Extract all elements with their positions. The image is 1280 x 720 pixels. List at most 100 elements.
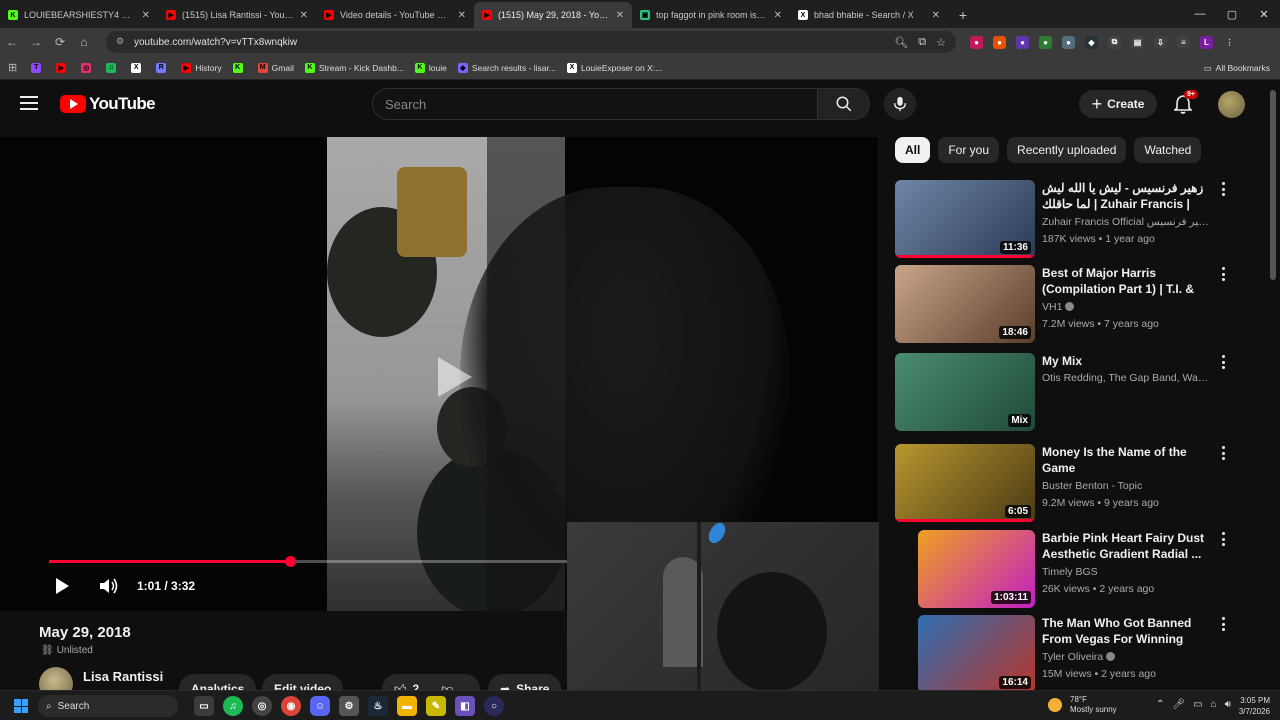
settings-icon[interactable]: ⚙ — [339, 696, 359, 716]
apps-grid-icon[interactable]: ⊞ — [8, 61, 17, 74]
recommended-video[interactable]: 1:03:11 Barbie Pink Heart Fairy Dust Aest… — [918, 530, 1280, 610]
recommended-title[interactable]: The Man Who Got Banned From Vegas For Wi… — [1042, 615, 1212, 647]
browser-tab[interactable]: ▣ top faggot in pink room is "za ✕ — [632, 2, 790, 28]
recommended-channel[interactable]: Buster Benton - Topic — [1042, 480, 1212, 492]
reading-list-icon[interactable]: ≡ — [1177, 35, 1190, 49]
recommended-channel[interactable]: Timely BGS — [1042, 566, 1212, 578]
video-thumbnail[interactable]: 11:36 — [895, 180, 1035, 258]
bookmark-item[interactable]: K Stream - Kick Dashb... — [304, 62, 404, 73]
recommended-video[interactable]: 11:36 زهير فرنسيس - ليش يا الله ليش لما ح… — [895, 180, 1260, 260]
spotify-icon[interactable]: ♫ — [223, 696, 243, 716]
chevron-up-icon[interactable]: ⌃ — [1156, 699, 1164, 710]
bookmark-item[interactable]: M Gmail — [257, 62, 294, 73]
video-thumbnail[interactable]: 6:05 — [895, 444, 1035, 522]
filter-chip[interactable]: All — [895, 137, 931, 163]
windows-start-icon[interactable] — [14, 699, 28, 713]
create-button[interactable]: + Create — [1079, 90, 1157, 118]
site-info-icon[interactable]: ⚙ — [116, 36, 128, 48]
task-view-icon[interactable]: ▭ — [194, 696, 214, 716]
microphone-icon[interactable]: 🎤︎ — [1172, 699, 1185, 710]
video-thumbnail[interactable]: 16:14 — [918, 615, 1035, 690]
close-window-button[interactable]: ✕ — [1248, 0, 1280, 28]
clock[interactable]: 3:05 PM 3/7/2026 — [1228, 695, 1270, 717]
new-tab-button[interactable]: + — [952, 4, 974, 26]
network-icon[interactable]: ⌂ — [1211, 699, 1217, 710]
file-explorer-icon[interactable]: ▬ — [397, 696, 417, 716]
notifications-button[interactable]: 9+ — [1173, 90, 1198, 114]
search-input[interactable]: Search — [372, 88, 818, 120]
bookmark-item[interactable]: R — [156, 62, 170, 73]
extension-icon[interactable]: ● — [1039, 35, 1052, 49]
thumbs-down-icon[interactable]: 👎︎ — [441, 682, 453, 691]
recommended-video[interactable]: 16:14 The Man Who Got Banned From Vegas F… — [918, 615, 1280, 690]
url-text[interactable]: youtube.com/watch?v=vTTx8wnqkiw — [134, 37, 884, 48]
channel-name[interactable]: Lisa Rantissi — [83, 669, 163, 684]
video-thumbnail[interactable]: 18:46 — [895, 265, 1035, 343]
recommended-channel[interactable]: Zuhair Francis Official زهير فرنسيس — [1042, 216, 1212, 228]
account-avatar[interactable] — [1218, 91, 1245, 118]
bookmark-item[interactable]: X LouieExposer on X:... — [566, 62, 662, 73]
forward-icon[interactable]: → — [24, 30, 48, 54]
like-count[interactable]: 2 — [413, 682, 420, 690]
recommended-channel[interactable]: Tyler Oliveira — [1042, 651, 1212, 663]
recommended-title[interactable]: زهير فرنسيس - ليش يا الله ليش لما حاقلك … — [1042, 180, 1212, 212]
share-button[interactable]: ➦ Share — [488, 674, 562, 690]
close-tab-icon[interactable]: ✕ — [300, 10, 308, 21]
video-thumbnail[interactable]: Mix — [895, 353, 1035, 431]
edit-video-button[interactable]: Edit video — [262, 674, 344, 690]
bookmark-item[interactable]: K — [232, 62, 247, 73]
more-options-icon[interactable] — [1219, 617, 1227, 631]
recommended-channel[interactable]: VH1 — [1042, 301, 1212, 313]
all-bookmarks[interactable]: ▭ All Bookmarks — [1204, 56, 1270, 80]
more-options-icon[interactable] — [1219, 355, 1227, 369]
extensions-puzzle-icon[interactable]: ⧉ — [1108, 35, 1121, 49]
search-button[interactable] — [818, 88, 870, 120]
discord-icon[interactable]: ☺ — [310, 696, 330, 716]
more-options-icon[interactable] — [1219, 267, 1227, 281]
downloads-icon[interactable]: ⇩ — [1154, 35, 1167, 49]
address-bar[interactable]: ⚙ youtube.com/watch?v=vTTx8wnqkiw 🔍︎ ⧉ ☆ — [106, 31, 956, 53]
progress-bar[interactable] — [49, 556, 569, 567]
chrome-icon[interactable]: ◉ — [281, 696, 301, 716]
more-options-icon[interactable] — [1219, 182, 1227, 196]
profile-avatar-icon[interactable]: L — [1200, 35, 1213, 49]
close-tab-icon[interactable]: ✕ — [458, 10, 466, 21]
page-scrollbar[interactable] — [1270, 90, 1276, 280]
close-tab-icon[interactable]: ✕ — [774, 10, 782, 21]
bookmark-item[interactable]: ◎ — [81, 62, 95, 73]
display-icon[interactable]: ▭ — [1193, 699, 1202, 710]
youtube-logo[interactable]: YouTube — [60, 94, 156, 114]
browser-menu-icon[interactable]: ⋮ — [1223, 36, 1236, 49]
app-icon[interactable]: ◎ — [252, 696, 272, 716]
reload-icon[interactable]: ⟳ — [48, 30, 72, 54]
bookmark-item[interactable]: Klouie — [414, 62, 447, 73]
big-play-icon[interactable] — [425, 352, 485, 402]
close-tab-icon[interactable]: ✕ — [142, 10, 150, 21]
recommended-title[interactable]: Barbie Pink Heart Fairy Dust Aesthetic G… — [1042, 530, 1212, 562]
filter-chip[interactable]: For you — [938, 137, 1000, 163]
weather-widget[interactable]: 78°F Mostly sunny — [1048, 695, 1117, 715]
voice-search-button[interactable] — [884, 88, 916, 120]
bookmark-item[interactable]: ◆ Search results - lisar... — [457, 62, 556, 73]
close-tab-icon[interactable]: ✕ — [932, 10, 940, 21]
maximize-button[interactable]: ▢ — [1216, 0, 1248, 28]
taskbar-search[interactable]: ⌕ Search — [38, 695, 178, 717]
close-tab-icon[interactable]: ✕ — [616, 10, 624, 21]
menu-icon[interactable] — [20, 96, 38, 110]
extension-icon[interactable]: ● — [993, 35, 1006, 49]
extension-icon[interactable]: ◆ — [1085, 35, 1098, 49]
more-options-icon[interactable] — [1219, 532, 1227, 546]
sidebar-icon[interactable]: ▤ — [1131, 35, 1144, 49]
extension-icon[interactable]: ● — [1062, 35, 1075, 49]
bookmark-item[interactable]: ▶ — [56, 62, 70, 73]
recommended-video[interactable]: 18:46 Best of Major Harris (Compilation P… — [895, 265, 1260, 345]
bookmark-item[interactable]: X — [131, 62, 145, 73]
browser-tab[interactable]: ▶ Video details - YouTube Studio ✕ — [316, 2, 474, 28]
video-thumbnail[interactable]: 1:03:11 — [918, 530, 1035, 608]
recommended-title[interactable]: Best of Major Harris (Compilation Part 1… — [1042, 265, 1212, 297]
minimize-button[interactable]: — — [1184, 0, 1216, 28]
thumbs-up-icon[interactable]: 👍︎ — [394, 682, 407, 691]
bookmark-star-icon[interactable]: ☆ — [936, 36, 946, 49]
play-icon[interactable] — [56, 578, 69, 594]
bookmark-item[interactable]: T — [31, 62, 45, 73]
